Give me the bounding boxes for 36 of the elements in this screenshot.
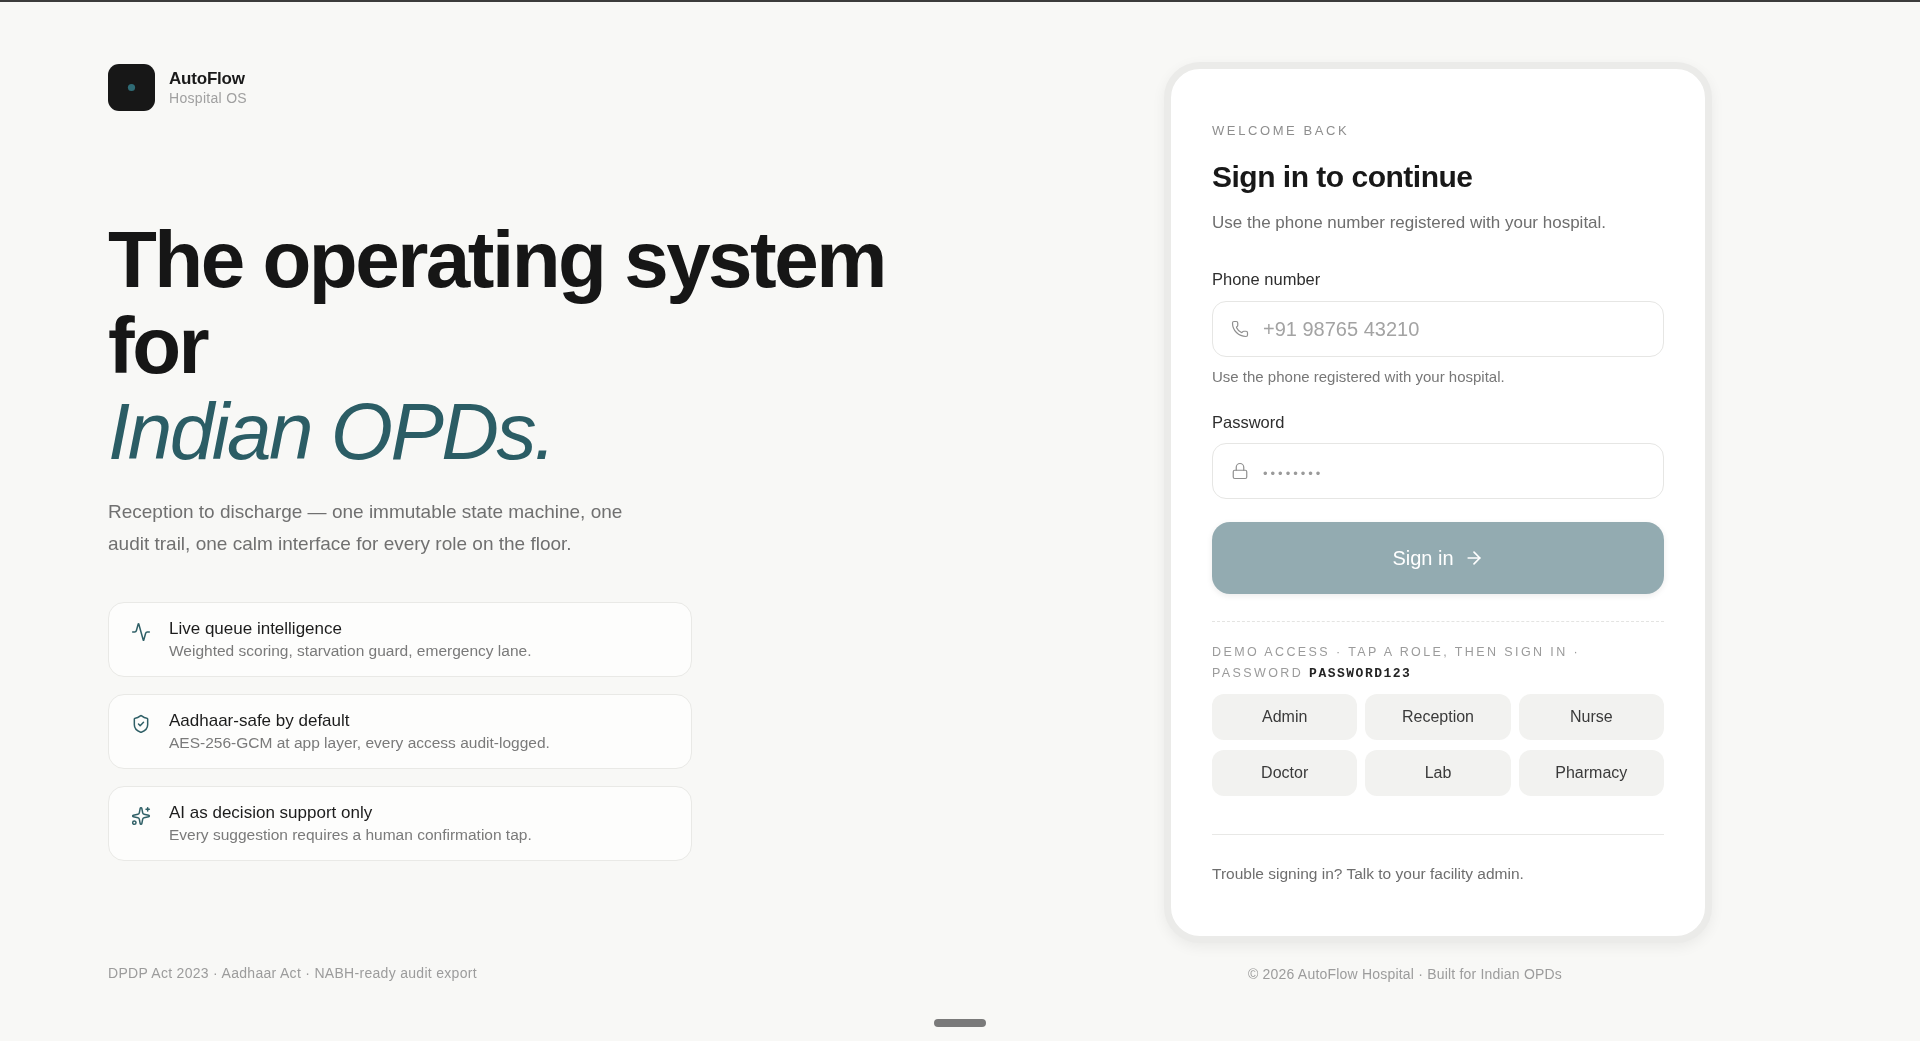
password-input[interactable]: ••••••••	[1212, 443, 1664, 499]
brand-tagline: Hospital OS	[169, 88, 247, 107]
phone-input[interactable]: +91 98765 43210	[1212, 301, 1664, 357]
role-button[interactable]: Pharmacy	[1518, 750, 1664, 796]
hero-headline: The operating system for	[108, 217, 886, 389]
feature-title: AI as decision support only	[169, 802, 374, 824]
role-button[interactable]: Lab	[1365, 750, 1511, 796]
brand-name: AutoFlow	[169, 68, 246, 89]
sparkles-icon	[131, 806, 151, 826]
welcome-eyebrow: WELCOME BACK	[1212, 122, 1350, 140]
feature-title: Aadhaar-safe by default	[169, 710, 351, 732]
feature-description: AES-256-GCM at app layer, every access audit-logged.	[169, 733, 550, 753]
password-label: Password	[1212, 412, 1285, 433]
app-logo-icon	[108, 64, 155, 111]
copyright-footer: © 2026 AutoFlow Hospital · Built for Indian OPDs	[1248, 964, 1563, 984]
phone-hint: Use the phone registered with your hospital.	[1212, 367, 1505, 387]
sign-in-subtitle: Use the phone number registered with your hospital.	[1212, 212, 1608, 234]
lock-icon	[1231, 462, 1249, 480]
role-button[interactable]: Reception	[1365, 694, 1511, 740]
sign-in-title: Sign in to continue	[1212, 159, 1473, 195]
help-text: Trouble signing in? Talk to your facility admin.	[1212, 864, 1525, 884]
compliance-footnote: DPDP Act 2023 · Aadhaar Act · NABH-ready audit export	[108, 964, 477, 983]
role-button[interactable]: Doctor	[1212, 750, 1358, 796]
role-button[interactable]: Admin	[1212, 694, 1358, 740]
demo-access-note: DEMO ACCESS · TAP A ROLE, THEN SIGN IN · PASSWORD PASSWORD123	[1212, 644, 1582, 683]
hero-description: Reception to discharge — one immutable state machine, one audit trail, one calm interface for every role on the floor.	[108, 500, 624, 556]
shield-check-icon	[131, 714, 151, 734]
pulse-line-icon	[131, 622, 151, 642]
phone-icon	[1231, 320, 1249, 338]
hero-headline-accent: Indian OPDs.	[108, 389, 554, 475]
feature-description: Every suggestion requires a human confirmation tap.	[169, 825, 532, 845]
home-indicator	[934, 1019, 986, 1027]
feature-title: Live queue intelligence	[169, 618, 343, 640]
role-button[interactable]: Nurse	[1518, 694, 1664, 740]
feature-description: Weighted scoring, starvation guard, emergency lane.	[169, 641, 532, 661]
phone-label: Phone number	[1212, 269, 1321, 290]
